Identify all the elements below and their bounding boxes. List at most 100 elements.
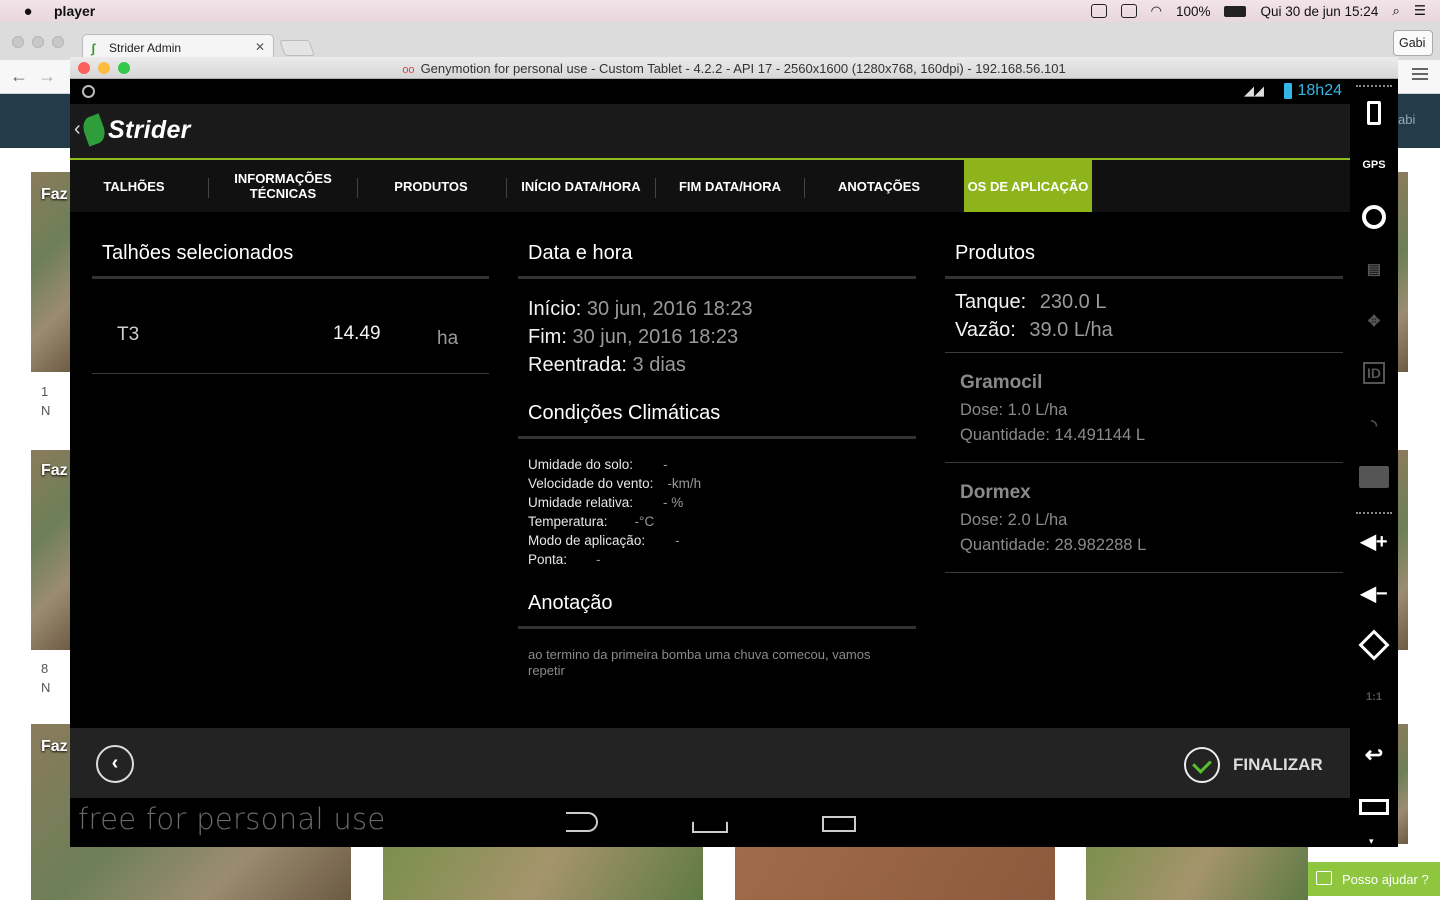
toolbar-grip [1356, 85, 1392, 89]
location-icon [82, 85, 95, 98]
talhao-area-unit: ha [437, 328, 459, 349]
time-machine-icon[interactable] [1090, 4, 1107, 18]
anotacao-heading: Anotação [528, 592, 613, 614]
talhao-name: T3 [117, 324, 140, 345]
battery-widget-icon[interactable] [1359, 98, 1389, 128]
reentrada-line: Reentrada: 3 dias [528, 354, 686, 377]
browser-zoom-button[interactable] [52, 36, 64, 48]
browser-forward-icon[interactable]: → [38, 66, 56, 87]
nav-recent-apps-icon[interactable] [822, 816, 856, 832]
clima-value: -°C [634, 514, 655, 529]
tab-os-de-aplicacao[interactable]: OS DE APLICAÇÃO [964, 160, 1092, 212]
volume-down-icon[interactable]: ◀− [1359, 578, 1389, 608]
toolbar-scroll-down-icon[interactable]: ▾ [1369, 836, 1374, 847]
produtos-heading: Produtos [955, 242, 1036, 264]
window-minimize-button[interactable] [98, 62, 110, 74]
farm-card-title: Faz [41, 186, 68, 203]
recent-apps-icon[interactable] [1359, 792, 1389, 822]
vazao-line: Vazão: 39.0 L/ha [955, 319, 1113, 342]
genymotion-watermark: free for personal use [78, 802, 386, 836]
farm-card-image[interactable] [1086, 847, 1308, 900]
profile-button[interactable]: Gabi [1393, 30, 1433, 56]
farm-card-image[interactable] [1398, 172, 1408, 372]
product-dose: Dose: 1.0 L/ha [960, 401, 1068, 419]
tab-close-icon[interactable]: ✕ [255, 40, 265, 54]
rotate-icon[interactable] [1358, 629, 1390, 661]
reentrada-label: Reentrada: [528, 354, 627, 376]
window-zoom-button[interactable] [118, 62, 130, 74]
finalize-check-icon[interactable] [1184, 747, 1220, 783]
new-tab-button[interactable] [279, 40, 315, 56]
site-user-name[interactable]: abi [1398, 112, 1415, 127]
tab-talhoes[interactable]: TALHÕES [70, 160, 198, 212]
section-divider [92, 276, 489, 279]
window-close-button[interactable] [78, 62, 90, 74]
product-dose: Dose: 2.0 L/ha [960, 511, 1068, 529]
tab-divider [208, 178, 209, 198]
product-name: Gramocil [960, 372, 1043, 393]
wifi-icon[interactable]: ◠ [1151, 3, 1162, 19]
farm-card-image[interactable] [383, 847, 703, 900]
back-button[interactable]: ‹ [96, 745, 134, 783]
battery-icon[interactable] [1224, 5, 1247, 17]
clima-label: Temperatura: [528, 514, 608, 529]
rss-widget-icon[interactable]: ◝ [1359, 410, 1389, 440]
nav-back-icon[interactable] [566, 812, 598, 832]
clima-row: Umidade do solo: - [528, 457, 668, 472]
clima-row: Modo de aplicação: - [528, 533, 680, 548]
genymotion-titlebar: oo Genymotion for personal use - Custom T… [70, 57, 1398, 79]
farm-card-image[interactable] [1398, 450, 1408, 650]
back-arrow-icon: ‹ [111, 752, 119, 774]
farm-card-meta: N [41, 680, 51, 695]
back-icon[interactable]: ↩ [1359, 740, 1389, 770]
camera-widget-icon[interactable] [1359, 202, 1389, 232]
app-title[interactable]: Strider [108, 116, 191, 145]
tab-inicio-data-hora[interactable]: INÍCIO DATA/HORA [514, 160, 648, 212]
battery-percent[interactable]: 100% [1176, 4, 1211, 19]
tanque-line: Tanque: 230.0 L [955, 291, 1106, 314]
clima-value: - % [663, 495, 684, 510]
finalize-button[interactable]: FINALIZAR [1233, 755, 1323, 775]
strider-logo-icon[interactable] [79, 113, 109, 147]
apple-icon[interactable]: ● [20, 3, 36, 20]
farm-card-image[interactable] [31, 450, 73, 650]
scale-icon[interactable]: 1:1 [1359, 682, 1389, 712]
reentrada-value: 3 dias [632, 354, 686, 376]
sms-widget-icon[interactable] [1359, 462, 1389, 492]
airplay-icon[interactable] [1120, 4, 1137, 18]
app-action-bar: ‹ Strider [70, 104, 1350, 158]
farm-card-meta: 1 [41, 384, 49, 399]
farm-card-image[interactable] [735, 847, 1055, 900]
farm-card-image[interactable] [1398, 724, 1408, 844]
tab-informacoes-tecnicas[interactable]: INFORMAÇÕES TÉCNICAS [218, 160, 348, 212]
tab-produtos[interactable]: PRODUTOS [367, 160, 495, 212]
farm-card-meta: 8 [41, 661, 49, 676]
browser-menu-icon[interactable] [1412, 68, 1428, 80]
chat-icon [1316, 871, 1332, 885]
browser-back-icon[interactable]: ← [10, 66, 28, 87]
clock[interactable]: Qui 30 de jun 15:24 [1260, 4, 1378, 19]
tab-anotacoes[interactable]: ANOTAÇÕES [814, 160, 944, 212]
row-divider [945, 352, 1343, 353]
genymotion-title: Genymotion for personal use - Custom Tab… [420, 61, 1066, 76]
vazao-label: Vazão: [955, 319, 1016, 341]
talhoes-heading: Talhões selecionados [102, 242, 294, 264]
gps-widget-icon[interactable]: GPS [1359, 150, 1389, 180]
spotlight-icon[interactable]: ⌕ [1392, 3, 1400, 19]
app-name[interactable]: player [54, 3, 95, 19]
move-widget-icon[interactable]: ✥ [1359, 306, 1389, 336]
mac-menubar: ● player ◠ 100% Qui 30 de jun 15:24 ⌕ ☰ [0, 0, 1440, 22]
browser-close-button[interactable] [12, 36, 24, 48]
media-widget-icon[interactable]: ▤ [1359, 254, 1389, 284]
fim-label: Fim: [528, 326, 567, 348]
id-widget-icon[interactable]: ID [1359, 358, 1389, 388]
wifi-signal-icon: ◢◢ [1244, 83, 1264, 98]
up-navigation-icon[interactable]: ‹ [74, 118, 81, 141]
help-chat-button[interactable]: Posso ajudar ? [1308, 862, 1440, 896]
browser-tab-title: Strider Admin [109, 41, 182, 55]
anotacao-text: ao termino da primeira bomba uma chuva c… [528, 647, 871, 678]
notification-center-icon[interactable]: ☰ [1414, 3, 1426, 19]
browser-minimize-button[interactable] [32, 36, 44, 48]
tab-fim-data-hora[interactable]: FIM DATA/HORA [664, 160, 796, 212]
volume-up-icon[interactable]: ◀+ [1359, 526, 1389, 556]
